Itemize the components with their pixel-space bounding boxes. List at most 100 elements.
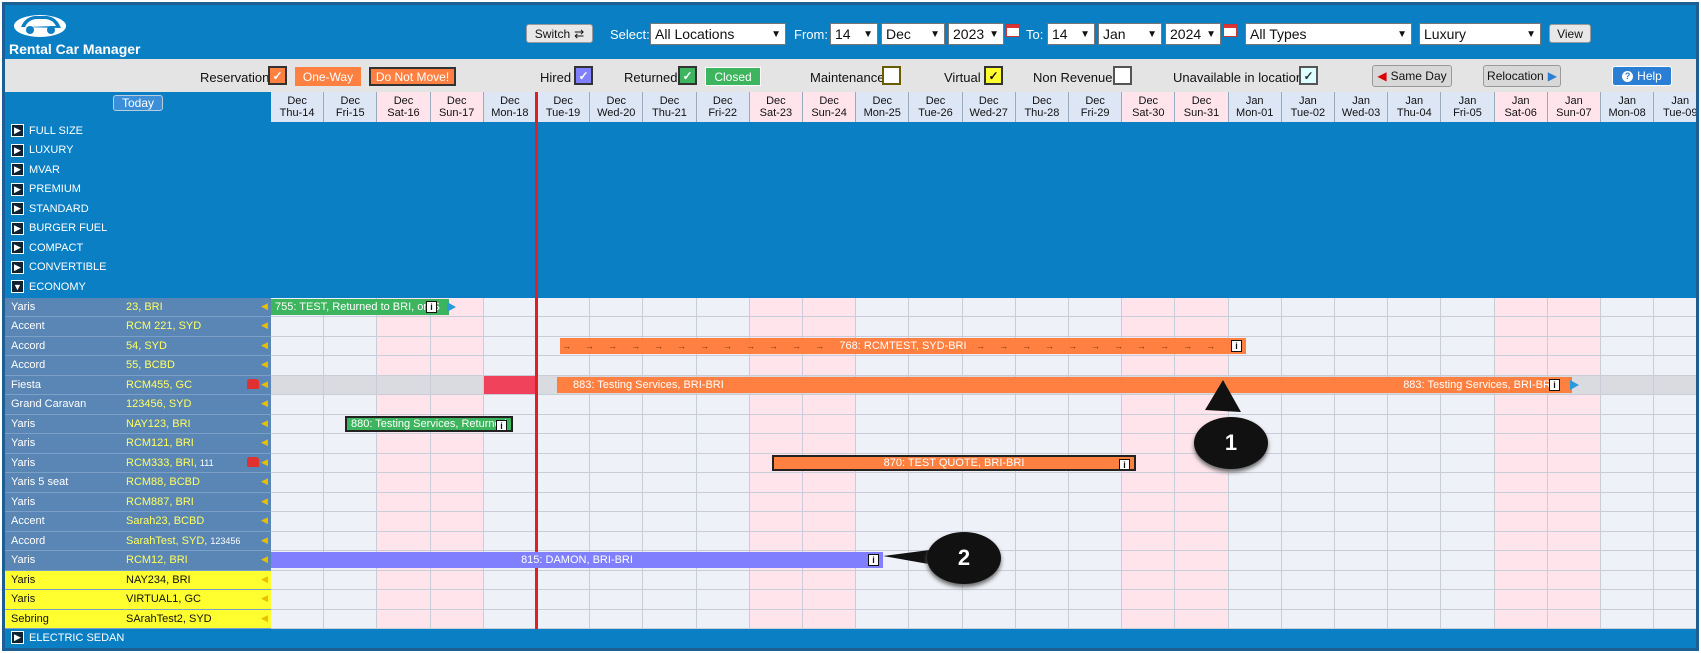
day-cell[interactable]	[430, 434, 484, 454]
day-cell[interactable]	[803, 317, 857, 337]
day-cell[interactable]	[1175, 590, 1229, 610]
day-cell[interactable]	[696, 297, 750, 317]
vehicle-label[interactable]: Yaris NAY123, BRI ◀	[5, 414, 271, 434]
day-cell[interactable]	[1015, 356, 1069, 376]
day-cell[interactable]	[1388, 336, 1442, 356]
day-cell[interactable]	[1069, 317, 1123, 337]
day-cell[interactable]	[271, 434, 325, 454]
day-cell[interactable]	[1335, 492, 1389, 512]
vehicle-label[interactable]: Accord 54, SYD ◀	[5, 336, 271, 356]
day-cell[interactable]	[537, 609, 591, 629]
day-cell[interactable]	[1388, 453, 1442, 473]
day-cell[interactable]	[749, 492, 803, 512]
day-cell[interactable]	[909, 317, 963, 337]
day-cell[interactable]	[909, 356, 963, 376]
day-cell[interactable]	[271, 395, 325, 415]
location-select[interactable]: All Locations ▼	[650, 23, 786, 45]
day-cell[interactable]	[1601, 375, 1655, 395]
day-cell[interactable]	[1122, 492, 1176, 512]
day-cell[interactable]	[1441, 395, 1495, 415]
vehicle-label[interactable]: Accord SarahTest, SYD, 123456 ◀	[5, 531, 271, 551]
day-cell[interactable]	[749, 473, 803, 493]
day-cell[interactable]	[377, 395, 431, 415]
day-cell[interactable]	[962, 609, 1016, 629]
day-cell[interactable]	[803, 297, 857, 317]
collapse-arrow-icon[interactable]: ▼	[11, 280, 24, 293]
day-cell[interactable]	[324, 317, 378, 337]
day-cell[interactable]	[1654, 434, 1696, 454]
day-cell[interactable]	[1335, 297, 1389, 317]
group-row[interactable]: ▶ FULL SIZE	[5, 122, 1696, 140]
day-cell[interactable]	[909, 512, 963, 532]
day-cell[interactable]	[1547, 590, 1601, 610]
day-cell[interactable]	[909, 609, 963, 629]
day-cell[interactable]	[377, 356, 431, 376]
day-cell[interactable]	[324, 512, 378, 532]
from-calendar-icon[interactable]	[1006, 24, 1020, 37]
day-cell[interactable]	[1228, 512, 1282, 532]
day-cell[interactable]	[324, 395, 378, 415]
day-cell[interactable]	[1547, 453, 1601, 473]
group-row[interactable]: ▶ STANDARD	[5, 200, 1696, 218]
speaker-arrow-icon[interactable]: ◀	[261, 613, 268, 624]
day-cell[interactable]	[856, 590, 910, 610]
expand-arrow-icon[interactable]: ▶	[11, 143, 24, 157]
day-cell[interactable]	[324, 609, 378, 629]
day-cell[interactable]	[1015, 317, 1069, 337]
day-cell[interactable]	[537, 434, 591, 454]
day-cell[interactable]	[483, 531, 537, 551]
day-cell[interactable]	[1441, 297, 1495, 317]
day-cell[interactable]	[1494, 551, 1548, 571]
day-cell[interactable]	[1122, 551, 1176, 571]
day-cell[interactable]	[1494, 336, 1548, 356]
day-cell[interactable]	[1654, 297, 1696, 317]
day-cell[interactable]	[1601, 609, 1655, 629]
day-cell[interactable]	[696, 414, 750, 434]
day-cell[interactable]	[803, 492, 857, 512]
day-cell[interactable]	[749, 395, 803, 415]
day-cell[interactable]	[1601, 336, 1655, 356]
vehicle-label[interactable]: Yaris RCM12, BRI ◀	[5, 551, 271, 571]
day-cell[interactable]	[1654, 473, 1696, 493]
day-cell[interactable]	[1547, 512, 1601, 532]
day-cell[interactable]	[856, 512, 910, 532]
day-cell[interactable]	[1441, 590, 1495, 610]
day-cell[interactable]	[909, 434, 963, 454]
day-cell[interactable]	[1015, 414, 1069, 434]
day-cell[interactable]	[643, 434, 697, 454]
day-cell[interactable]	[696, 395, 750, 415]
day-cell[interactable]	[1388, 609, 1442, 629]
group-row[interactable]: ▶ PREMIUM	[5, 180, 1696, 199]
day-cell[interactable]	[430, 453, 484, 473]
day-cell[interactable]	[643, 570, 697, 590]
day-cell[interactable]	[856, 317, 910, 337]
day-cell[interactable]	[696, 492, 750, 512]
day-cell[interactable]	[1335, 473, 1389, 493]
group-row[interactable]: ▶ CONVERTIBLE	[5, 258, 1696, 277]
day-cell[interactable]	[1335, 336, 1389, 356]
day-cell[interactable]	[1175, 531, 1229, 551]
vehicle-label[interactable]: Fiesta RCM455, GC ◀	[5, 375, 271, 395]
day-cell[interactable]	[962, 395, 1016, 415]
day-cell[interactable]	[856, 297, 910, 317]
day-cell[interactable]	[590, 590, 644, 610]
day-cell[interactable]	[856, 434, 910, 454]
day-cell[interactable]	[324, 453, 378, 473]
day-cell[interactable]	[537, 356, 591, 376]
day-cell[interactable]	[1547, 317, 1601, 337]
day-cell[interactable]	[1654, 551, 1696, 571]
day-cell[interactable]	[1069, 570, 1123, 590]
day-cell[interactable]	[643, 453, 697, 473]
day-cell[interactable]	[483, 297, 537, 317]
day-cell[interactable]	[696, 453, 750, 473]
non-revenue-checkbox[interactable]	[1113, 66, 1132, 85]
day-cell[interactable]	[962, 434, 1016, 454]
day-cell[interactable]	[962, 512, 1016, 532]
day-cell[interactable]	[962, 473, 1016, 493]
speaker-arrow-icon[interactable]: ◀	[261, 379, 268, 390]
day-cell[interactable]	[1281, 590, 1335, 610]
day-cell[interactable]	[962, 317, 1016, 337]
day-cell[interactable]	[1175, 609, 1229, 629]
day-cell[interactable]	[1335, 570, 1389, 590]
day-cell[interactable]	[1335, 356, 1389, 376]
